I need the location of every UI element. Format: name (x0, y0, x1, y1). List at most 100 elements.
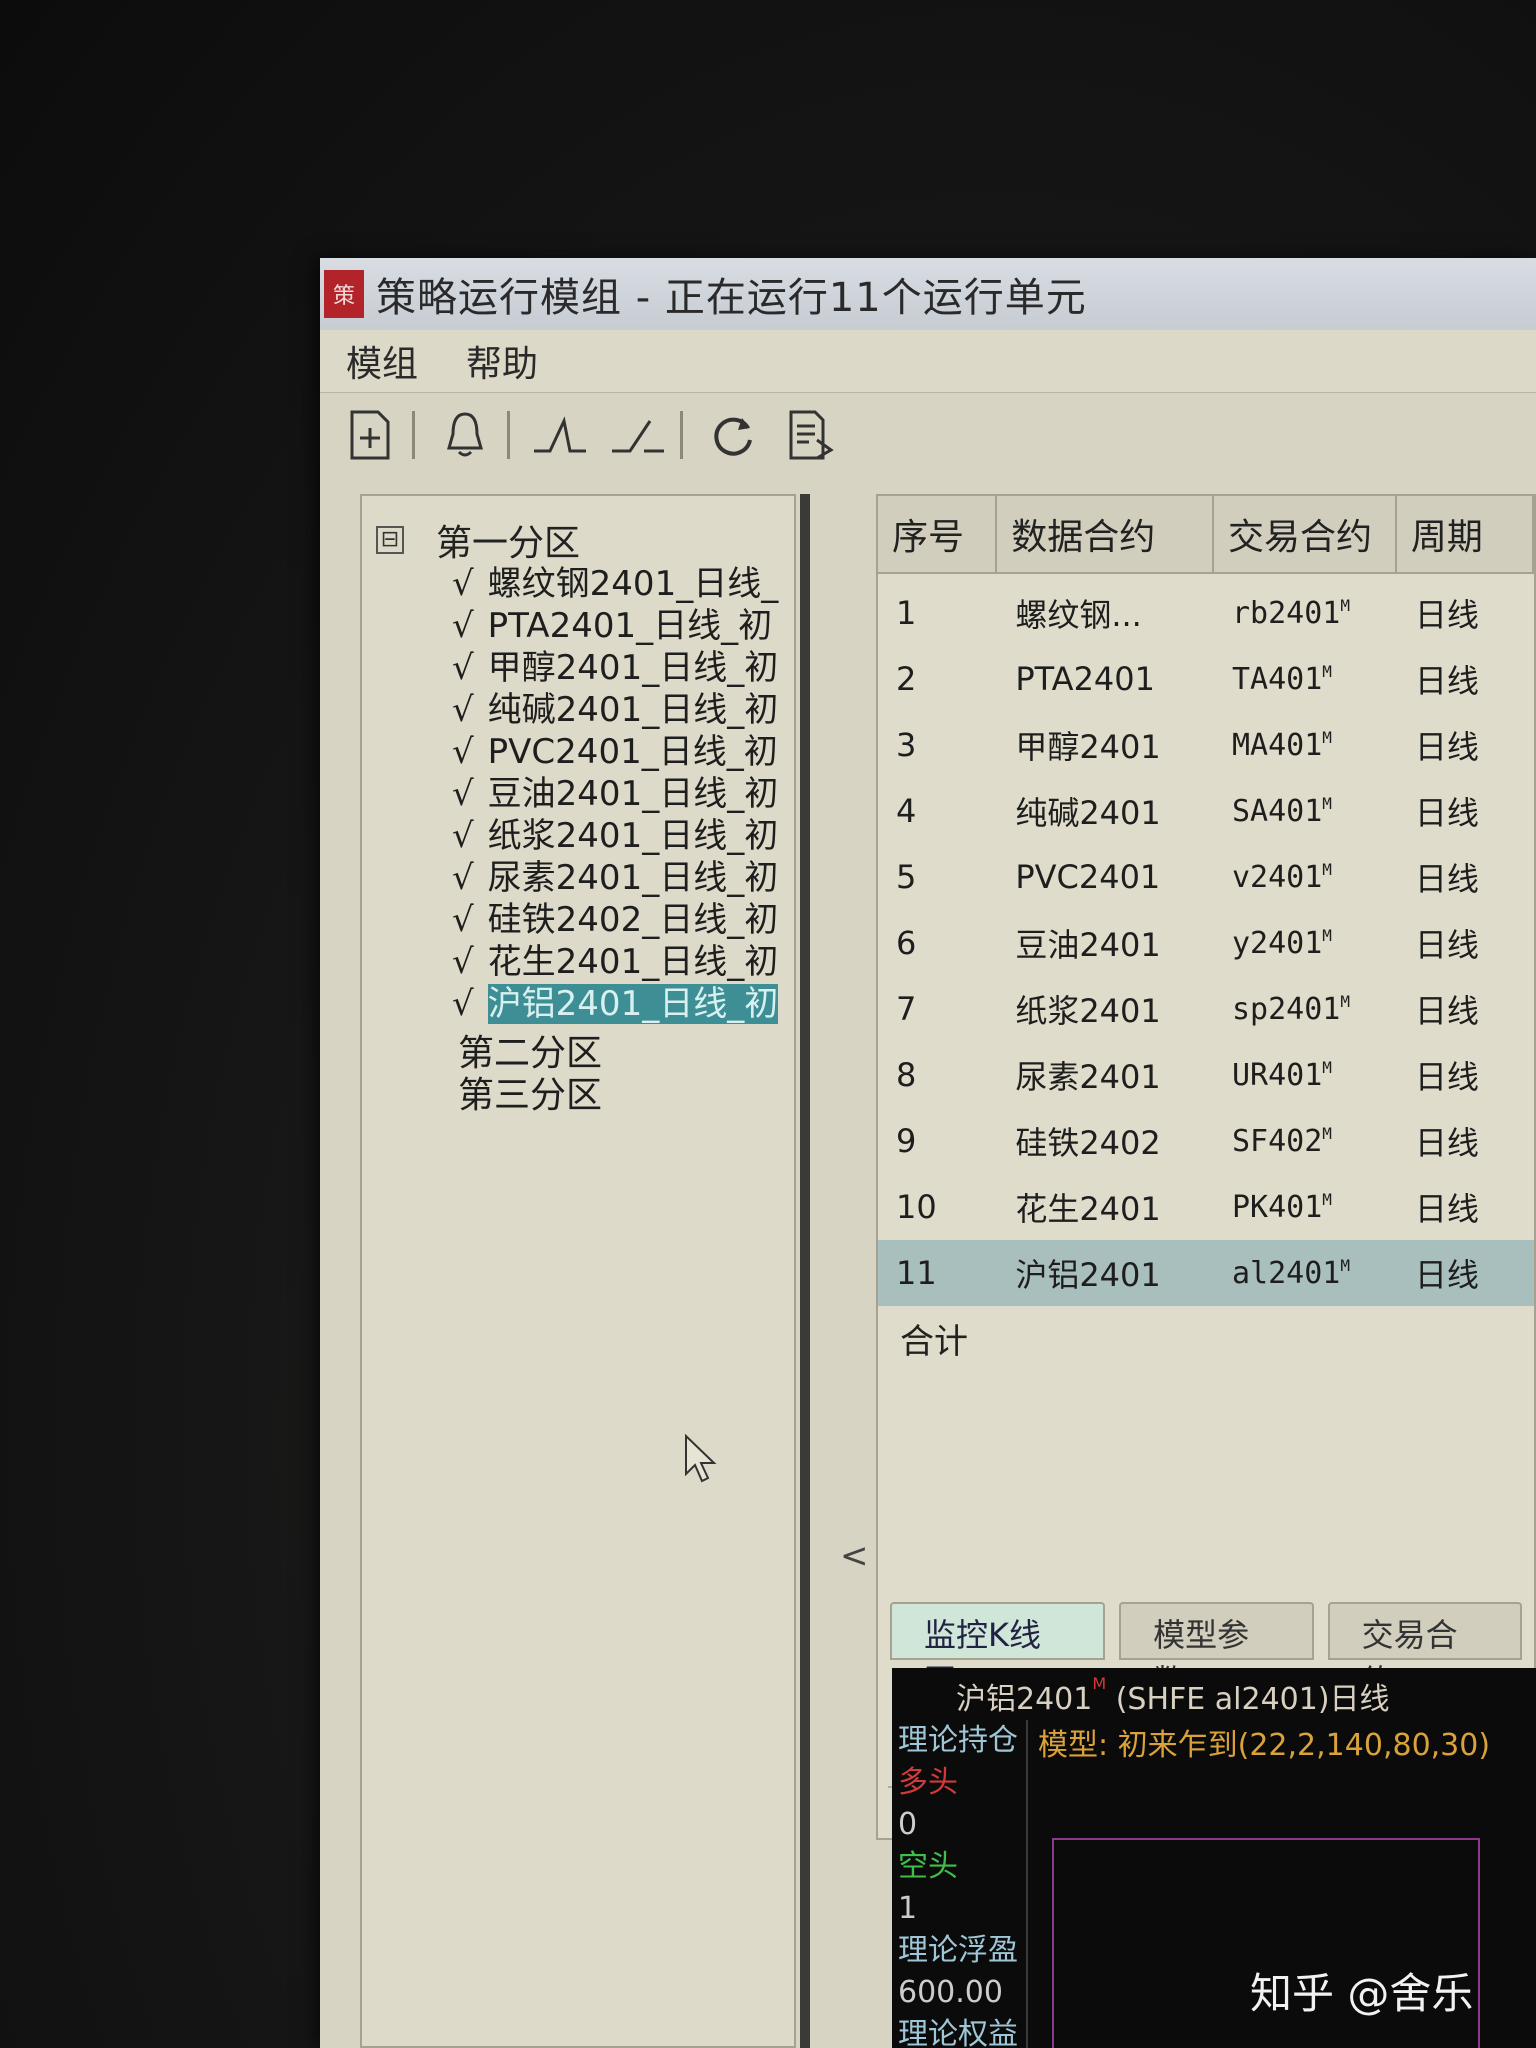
table-row[interactable]: 9 硅铁2402 SF402M 日线 (878, 1108, 1534, 1174)
new-doc-icon[interactable] (342, 407, 398, 463)
kline-title-detail: (SHFE al2401)日线 (1106, 1682, 1390, 1717)
scroll-left-icon[interactable]: < (840, 1536, 869, 1576)
main-contract-mark: M (1322, 1057, 1332, 1077)
toolbar-separator (507, 411, 510, 459)
kline-title-mark: M (1092, 1674, 1107, 1693)
bottom-tabs: 监控K线图 模型参数 交易合约 (890, 1602, 1536, 1700)
model-label: 模型: 初来乍到(22,2,140,80,30) (1038, 1728, 1491, 1763)
rising-edge-icon[interactable] (532, 407, 588, 463)
table-row[interactable]: 2 PTA2401 TA401M 日线 (878, 646, 1534, 712)
tree-item-label: 沪铝2401_日线_初 (487, 984, 779, 1024)
check-icon[interactable]: √ (452, 984, 474, 1024)
table-row[interactable]: 7 纸浆2401 sp2401M 日线 (878, 976, 1534, 1042)
cell-period: 日线 (1414, 1190, 1479, 1228)
trade-contract-code: y2401 (1231, 925, 1323, 961)
window-title: 策略运行模组 - 正在运行11个运行单元 (376, 275, 1087, 321)
table-row[interactable]: 5 PVC2401 v2401M 日线 (878, 844, 1534, 910)
trade-contract-code: MA401 (1231, 727, 1323, 763)
kline-title: 沪铝2401M (SHFE al2401)日线 (956, 1674, 1390, 1718)
cell-period: 日线 (1414, 794, 1479, 832)
cell-no: 2 (896, 660, 917, 698)
cell-no: 3 (896, 726, 917, 764)
cell-no: 8 (896, 1056, 917, 1094)
tree-item[interactable]: √ 沪铝2401_日线_初 (452, 976, 792, 1025)
position-info-line: 1 (898, 1891, 918, 1926)
falling-edge-icon[interactable] (610, 407, 666, 463)
main-contract-mark: M (1322, 661, 1332, 681)
column-header-no[interactable]: 序号 (878, 496, 998, 572)
toolbar (320, 396, 1536, 474)
menu-module[interactable]: 模组 (346, 335, 418, 387)
cell-data-contract: 硅铁2402 (1015, 1124, 1161, 1162)
trade-contract-code: PK401 (1231, 1189, 1323, 1225)
tab-kline-monitor[interactable]: 监控K线图 (890, 1602, 1106, 1700)
strategy-tree: ⊟ 第一分区 √ 螺纹钢2401_日线_ √ PTA2401_日线_初 √ 甲醇2401_… (360, 494, 796, 2048)
kline-title-contract: 沪铝2401 (956, 1682, 1093, 1717)
main-contract-mark: M (1322, 925, 1332, 945)
position-info-line: 0 (898, 1807, 918, 1842)
main-contract-mark: M (1322, 859, 1332, 879)
refresh-icon[interactable] (705, 407, 761, 463)
trade-contract-code: SA401 (1231, 793, 1323, 829)
panel-splitter[interactable] (800, 494, 810, 2048)
tab-trade-contract[interactable]: 交易合约 (1327, 1602, 1522, 1700)
cell-data-contract: 沪铝2401 (1015, 1256, 1161, 1294)
position-info-sidebar: 理论持仓 多头 0 空头 1 理论浮盈 600.00 理论权益 (892, 1720, 1028, 2048)
cell-trade-contract: al2401M (1214, 1256, 1397, 1291)
cell-period: 日线 (1414, 860, 1479, 898)
main-contract-mark: M (1340, 1255, 1350, 1275)
menu-help[interactable]: 帮助 (466, 335, 538, 387)
cell-data-contract: 纸浆2401 (1015, 992, 1161, 1030)
cell-data-contract: PVC2401 (1015, 858, 1161, 896)
cell-data-contract: 尿素2401 (1015, 1058, 1161, 1096)
trade-contract-code: v2401 (1231, 859, 1323, 895)
cell-data-contract: 花生2401 (1015, 1190, 1161, 1228)
position-info-line: 理论浮盈 (898, 1933, 1018, 1968)
table-row[interactable]: 11 沪铝2401 al2401M 日线 (878, 1240, 1534, 1306)
cell-no: 6 (896, 924, 917, 962)
cell-period: 日线 (1414, 1124, 1479, 1162)
bell-icon[interactable] (437, 407, 493, 463)
cell-trade-contract: y2401M (1214, 926, 1397, 961)
trade-contract-code: al2401 (1231, 1255, 1341, 1291)
column-header-period[interactable]: 周期 (1397, 496, 1534, 572)
cell-period: 日线 (1414, 1256, 1479, 1294)
cell-trade-contract: rb2401M (1214, 596, 1397, 631)
trade-contract-code: SF402 (1231, 1123, 1323, 1159)
cell-trade-contract: PK401M (1214, 1190, 1397, 1225)
tab-model-params[interactable]: 模型参数 (1119, 1602, 1314, 1700)
cell-data-contract: 纯碱2401 (1015, 794, 1161, 832)
cell-data-contract: 螺纹钢... (1015, 596, 1142, 634)
toolbar-separator (412, 411, 415, 459)
table-row[interactable]: 3 甲醇2401 MA401M 日线 (878, 712, 1534, 778)
tree-partition-3[interactable]: 第三分区 (458, 1066, 602, 1118)
main-contract-mark: M (1340, 991, 1350, 1011)
position-info-line: 理论持仓 (898, 1723, 1018, 1758)
collapse-icon[interactable]: ⊟ (376, 526, 404, 554)
cell-no: 1 (896, 594, 917, 632)
column-header-data-contract[interactable]: 数据合约 (997, 496, 1214, 572)
table-row[interactable]: 8 尿素2401 UR401M 日线 (878, 1042, 1534, 1108)
cell-period: 日线 (1414, 1058, 1479, 1096)
main-contract-mark: M (1322, 793, 1332, 813)
cell-trade-contract: TA401M (1214, 662, 1397, 697)
position-info-line: 600.00 (898, 1975, 1003, 2010)
cell-no: 7 (896, 990, 917, 1028)
main-contract-mark: M (1322, 727, 1332, 747)
trade-contract-code: sp2401 (1231, 991, 1341, 1027)
mouse-cursor-icon (684, 1433, 718, 1488)
cell-no: 11 (896, 1254, 937, 1292)
cell-period: 日线 (1414, 992, 1479, 1030)
watermark: 知乎 @舍乐 (1250, 1969, 1474, 2018)
cell-no: 4 (896, 792, 917, 830)
table-row[interactable]: 6 豆油2401 y2401M 日线 (878, 910, 1534, 976)
trade-contract-code: UR401 (1231, 1057, 1323, 1093)
table-row[interactable]: 1 螺纹钢... rb2401M 日线 (878, 580, 1534, 646)
table-row[interactable]: 4 纯碱2401 SA401M 日线 (878, 778, 1534, 844)
column-header-trade-contract[interactable]: 交易合约 (1214, 496, 1397, 572)
report-icon[interactable] (783, 407, 839, 463)
position-info-line: 理论权益 (898, 2017, 1018, 2048)
table-row[interactable]: 10 花生2401 PK401M 日线 (878, 1174, 1534, 1240)
cell-trade-contract: sp2401M (1214, 992, 1397, 1027)
app-icon: 策 (324, 270, 364, 318)
